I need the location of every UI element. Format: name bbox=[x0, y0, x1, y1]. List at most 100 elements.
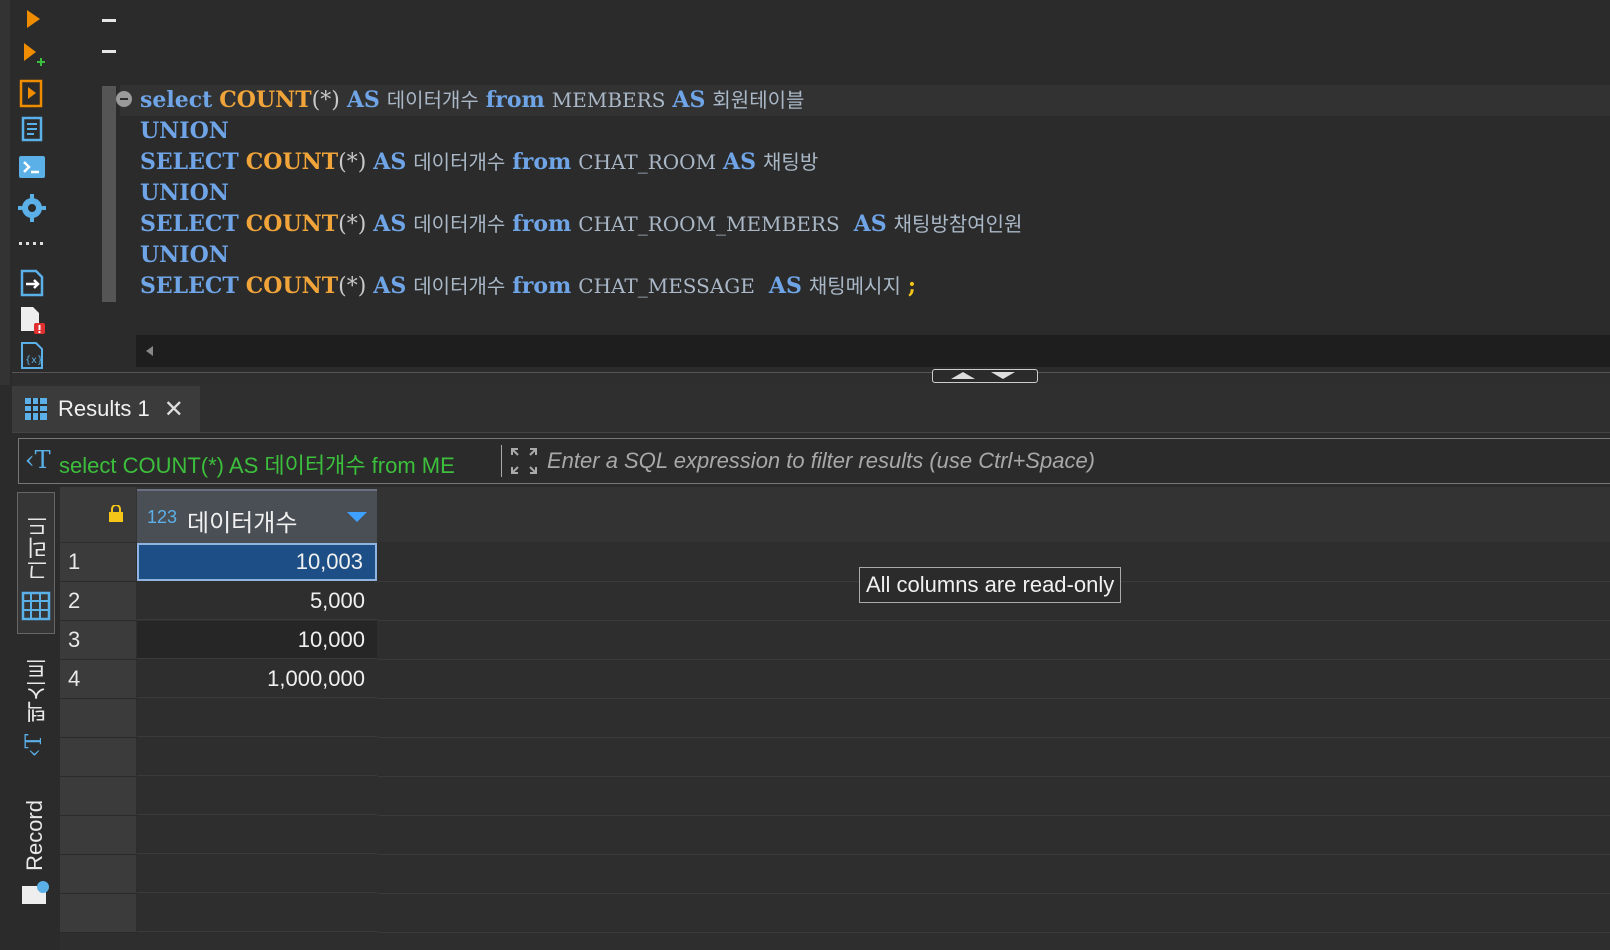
results-grid[interactable]: 123 데이터개수 1 10,003 2 5,000 3 10,000 4 1,000,000 bbox=[60, 487, 1610, 950]
execute-icon[interactable] bbox=[17, 4, 47, 34]
column-header[interactable]: 123 데이터개수 bbox=[137, 489, 377, 544]
maximize-up-icon[interactable] bbox=[951, 372, 975, 379]
error-log-icon[interactable] bbox=[17, 305, 47, 335]
row-number[interactable]: 3 bbox=[60, 621, 136, 660]
close-icon[interactable]: ✕ bbox=[164, 395, 184, 424]
code-token: 데이터개수 bbox=[413, 212, 506, 236]
code-token: 데이터개수 bbox=[386, 88, 479, 112]
grid-icon bbox=[24, 397, 48, 421]
tab-record[interactable]: Record bbox=[17, 792, 53, 912]
code-line[interactable]: select COUNT(*) AS 데이터개수 from MEMBERS AS… bbox=[140, 85, 804, 116]
code-line[interactable]: SELECT COUNT(*) AS 데이터개수 from CHAT_ROOM_… bbox=[140, 209, 1022, 240]
row-number[interactable] bbox=[60, 699, 136, 738]
row-number[interactable] bbox=[60, 777, 136, 816]
code-token: CHAT_ROOM bbox=[578, 150, 717, 174]
row-number[interactable]: 4 bbox=[60, 660, 136, 699]
record-icon bbox=[20, 880, 50, 911]
table-cell[interactable] bbox=[137, 894, 377, 932]
table-cell[interactable] bbox=[137, 699, 377, 737]
horizontal-scrollbar[interactable] bbox=[136, 335, 1610, 367]
code-token: COUNT bbox=[219, 87, 312, 113]
code-line[interactable]: UNION bbox=[140, 116, 229, 147]
text-view-icon: ‹T bbox=[22, 733, 48, 758]
code-token: AS bbox=[672, 87, 706, 113]
lock-icon bbox=[108, 504, 124, 528]
code-token: CHAT_ROOM_MEMBERS bbox=[578, 212, 840, 236]
row-number[interactable] bbox=[60, 894, 136, 933]
table-cell[interactable]: 10,000 bbox=[137, 621, 377, 659]
table-cell[interactable]: 5,000 bbox=[137, 582, 377, 620]
code-token: (*) bbox=[338, 274, 367, 299]
statement-marker bbox=[102, 86, 116, 302]
tab-text[interactable]: 텍스트 ‹T bbox=[17, 647, 53, 767]
code-token: UNION bbox=[140, 118, 229, 144]
row-number-label: 3 bbox=[68, 627, 81, 652]
code-token: MEMBERS bbox=[551, 88, 666, 112]
row-number[interactable] bbox=[60, 816, 136, 855]
maximize-down-icon[interactable] bbox=[991, 372, 1015, 379]
table-cell[interactable] bbox=[137, 777, 377, 815]
execute-new-tab-icon[interactable] bbox=[17, 40, 47, 70]
row-number-label: 2 bbox=[68, 588, 81, 613]
code-token: from bbox=[485, 87, 545, 113]
code-line[interactable]: UNION bbox=[140, 178, 229, 209]
code-token: (*) bbox=[338, 150, 367, 175]
execute-script-icon[interactable] bbox=[17, 78, 47, 108]
collapse-icon[interactable] bbox=[116, 91, 132, 107]
explain-plan-icon[interactable] bbox=[17, 115, 47, 145]
terminal-icon[interactable] bbox=[17, 152, 47, 182]
fold-marker[interactable] bbox=[102, 19, 116, 22]
tooltip: All columns are read-only bbox=[859, 567, 1122, 603]
more-icon[interactable] bbox=[17, 228, 47, 258]
table-cell[interactable] bbox=[137, 738, 377, 776]
tab-grid[interactable]: 그리드 bbox=[17, 492, 55, 634]
table-cell[interactable]: 10,003 bbox=[137, 543, 377, 581]
tab-results-1[interactable]: Results 1 ✕ bbox=[12, 386, 200, 432]
table-cell[interactable] bbox=[137, 855, 377, 893]
filter-query-label: select COUNT(*) AS 데이터개수 from ME bbox=[59, 453, 455, 478]
tab-record-label: Record bbox=[22, 800, 47, 871]
scroll-left-icon[interactable] bbox=[146, 346, 153, 356]
code-token: 데이터개수 bbox=[413, 274, 506, 298]
sort-filter-icon[interactable] bbox=[347, 512, 367, 522]
code-token: UNION bbox=[140, 180, 229, 206]
code-token: 채팅방참여인원 bbox=[893, 212, 1023, 236]
export-icon[interactable] bbox=[17, 268, 47, 298]
code-line[interactable]: SELECT COUNT(*) AS 데이터개수 from CHAT_MESSA… bbox=[140, 271, 916, 302]
column-name: 데이터개수 bbox=[187, 510, 298, 537]
code-line[interactable]: UNION bbox=[140, 240, 229, 271]
settings-icon[interactable] bbox=[17, 193, 47, 223]
empty-grid-area bbox=[378, 660, 1610, 699]
table-cell[interactable]: 1,000,000 bbox=[137, 660, 377, 698]
variables-icon[interactable]: {x} bbox=[17, 340, 47, 370]
code-line[interactable]: SELECT COUNT(*) AS 데이터개수 from CHAT_ROOM … bbox=[140, 147, 818, 178]
empty-grid-area bbox=[378, 777, 1610, 816]
svg-text:{x}: {x} bbox=[25, 355, 43, 366]
splitter-handle[interactable] bbox=[932, 369, 1038, 383]
fold-marker[interactable] bbox=[102, 50, 116, 53]
code-token: from bbox=[512, 211, 572, 237]
table-cell[interactable] bbox=[137, 816, 377, 854]
grid-icon bbox=[21, 591, 51, 626]
divider bbox=[501, 445, 502, 477]
code-token: SELECT bbox=[140, 149, 239, 175]
expand-icon[interactable] bbox=[509, 446, 539, 476]
row-number[interactable]: 1 bbox=[60, 543, 136, 582]
row-number[interactable]: 2 bbox=[60, 582, 136, 621]
sql-editor[interactable]: select COUNT(*) AS 데이터개수 from MEMBERS AS… bbox=[60, 0, 1610, 335]
empty-grid-area bbox=[378, 855, 1610, 894]
numeric-type-icon: 123 bbox=[147, 507, 178, 527]
code-token: SELECT bbox=[140, 273, 239, 299]
filter-bar: ‹T select COUNT(*) AS 데이터개수 from ME bbox=[18, 438, 1610, 484]
row-number[interactable] bbox=[60, 855, 136, 894]
row-number[interactable] bbox=[60, 738, 136, 777]
filter-input[interactable] bbox=[547, 443, 1597, 479]
code-token: AS bbox=[373, 273, 407, 299]
